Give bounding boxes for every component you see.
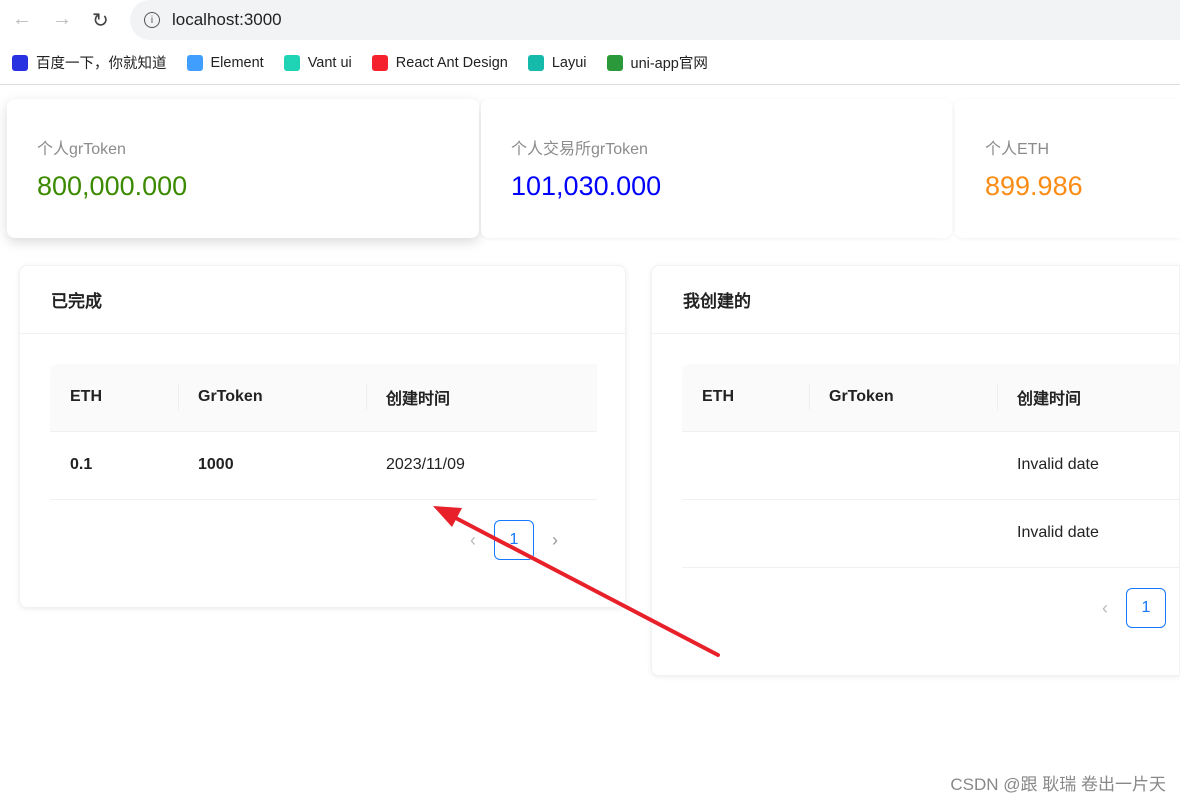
red-arrow-annotation — [433, 506, 720, 657]
watermark: CSDN @跟 耿瑞 卷出一片天 — [950, 775, 1166, 794]
